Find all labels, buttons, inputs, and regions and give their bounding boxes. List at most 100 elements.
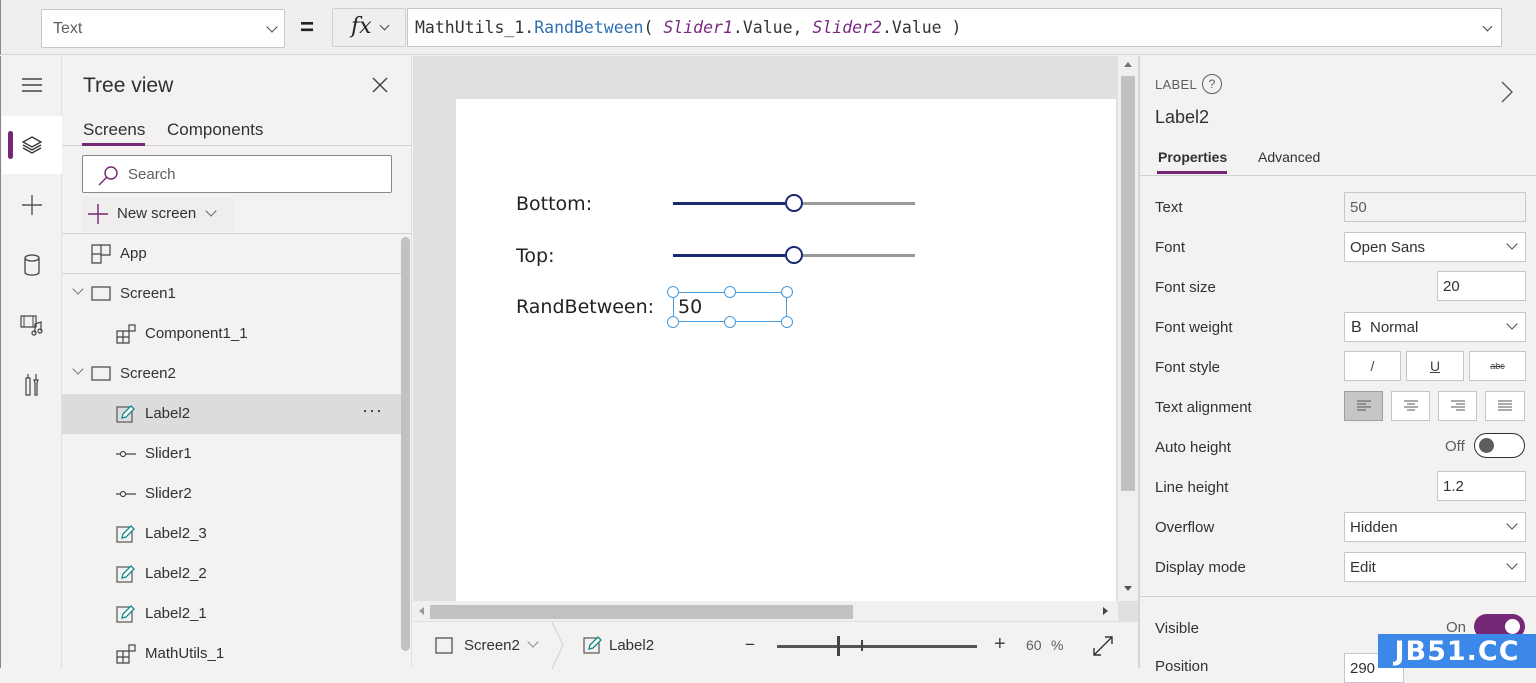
- overflow-label: Overflow: [1155, 519, 1215, 536]
- underline-button[interactable]: U: [1406, 351, 1464, 381]
- scroll-down-icon[interactable]: [1124, 586, 1132, 591]
- tab-properties[interactable]: Properties: [1158, 149, 1227, 165]
- tree-item-label: Screen1: [120, 285, 176, 302]
- tree-item-label2-1[interactable]: Label2_1: [62, 594, 407, 634]
- status-screen-name[interactable]: Screen2: [464, 637, 520, 654]
- slider1[interactable]: [673, 193, 915, 213]
- active-tab-underline: [82, 143, 145, 146]
- scroll-left-icon[interactable]: [419, 607, 424, 615]
- line-height-input[interactable]: 1.2: [1437, 471, 1526, 501]
- tree-item-label2-2[interactable]: Label2_2: [62, 554, 407, 594]
- new-screen-button[interactable]: New screen: [82, 197, 234, 231]
- fx-button[interactable]: fx: [332, 8, 406, 47]
- tree-item-slider2[interactable]: Slider2: [62, 474, 407, 514]
- formula-arg2-prop: .Value ): [881, 18, 962, 37]
- database-icon: [24, 254, 40, 276]
- hamburger-menu-button[interactable]: [2, 56, 62, 114]
- tree-item-slider1[interactable]: Slider1: [62, 434, 407, 474]
- resize-handle[interactable]: [781, 286, 793, 298]
- control-name[interactable]: Label2: [1155, 107, 1209, 128]
- bottom-label[interactable]: Bottom:: [516, 193, 592, 215]
- chevron-down-icon[interactable]: [72, 363, 84, 375]
- tab-components[interactable]: Components: [167, 120, 263, 140]
- tree-item-screen2[interactable]: Screen2: [62, 354, 407, 394]
- resize-handle[interactable]: [724, 316, 736, 328]
- zoom-slider-thumb[interactable]: [837, 636, 840, 656]
- expand-formula-icon[interactable]: [1482, 21, 1493, 32]
- align-justify-icon: [1498, 400, 1512, 411]
- scroll-up-icon[interactable]: [1124, 62, 1132, 67]
- display-mode-label: Display mode: [1155, 559, 1246, 576]
- font-size-input[interactable]: 20: [1437, 271, 1526, 301]
- tree-view-title: Tree view: [83, 74, 174, 97]
- font-dropdown[interactable]: Open Sans: [1344, 232, 1526, 262]
- more-options-button[interactable]: ···: [362, 400, 383, 421]
- close-icon[interactable]: [370, 75, 390, 95]
- tree-item-label: Label2_1: [145, 605, 207, 622]
- bold-icon: B: [1351, 319, 1362, 336]
- italic-button[interactable]: /: [1344, 351, 1401, 381]
- tree-item-screen1[interactable]: Screen1: [62, 274, 407, 314]
- display-mode-dropdown[interactable]: Edit: [1344, 552, 1526, 582]
- randbetween-label[interactable]: RandBetween:: [516, 296, 654, 318]
- advanced-tools-button[interactable]: [2, 356, 62, 414]
- formula-paren: (: [643, 18, 664, 37]
- scrollbar-thumb[interactable]: [430, 605, 853, 619]
- app-screen-canvas[interactable]: Bottom: Top: RandBetween: 50: [456, 99, 1116, 609]
- text-field[interactable]: 50: [1344, 192, 1526, 222]
- chevron-down-icon[interactable]: [72, 283, 84, 295]
- zoom-in-button[interactable]: +: [994, 633, 1006, 656]
- scroll-right-icon[interactable]: [1103, 607, 1108, 615]
- formula-arg2-control: Slider2: [812, 18, 882, 37]
- resize-handle[interactable]: [667, 286, 679, 298]
- tree-view-button[interactable]: [2, 116, 62, 174]
- slider2[interactable]: [673, 245, 915, 265]
- resize-handle[interactable]: [781, 316, 793, 328]
- scrollbar-thumb[interactable]: [1121, 76, 1135, 491]
- resize-handle[interactable]: [667, 316, 679, 328]
- formula-arg1-prop: .Value,: [732, 18, 813, 37]
- line-height-value: 1.2: [1443, 478, 1464, 495]
- canvas-horizontal-scrollbar[interactable]: [413, 601, 1118, 621]
- slider-thumb[interactable]: [785, 194, 803, 212]
- help-icon[interactable]: ?: [1202, 74, 1222, 94]
- align-right-button[interactable]: [1438, 391, 1477, 421]
- tree-item-mathutils-1[interactable]: MathUtils_1: [62, 634, 407, 674]
- font-weight-dropdown[interactable]: B Normal: [1344, 312, 1526, 342]
- media-button[interactable]: [2, 296, 62, 354]
- align-left-icon: [1356, 400, 1371, 411]
- align-left-button[interactable]: [1344, 391, 1383, 421]
- top-label[interactable]: Top:: [516, 245, 554, 267]
- zoom-out-button[interactable]: −: [745, 635, 755, 655]
- tree-item-app[interactable]: App: [62, 234, 407, 274]
- tree-item-label2-3[interactable]: Label2_3: [62, 514, 407, 554]
- align-justify-button[interactable]: [1485, 391, 1525, 421]
- insert-button[interactable]: [2, 176, 62, 234]
- auto-height-toggle[interactable]: [1474, 433, 1525, 458]
- tree-search-input[interactable]: Search: [82, 155, 392, 193]
- resize-handle[interactable]: [724, 286, 736, 298]
- property-dropdown[interactable]: Text: [41, 9, 285, 48]
- chevron-down-icon[interactable]: [527, 636, 539, 648]
- align-center-button[interactable]: [1391, 391, 1430, 421]
- strikethrough-button[interactable]: abc: [1469, 351, 1526, 381]
- slider-thumb[interactable]: [785, 246, 803, 264]
- overflow-dropdown[interactable]: Hidden: [1344, 512, 1526, 542]
- tree-scrollbar[interactable]: [401, 237, 410, 651]
- overflow-value: Hidden: [1350, 519, 1398, 536]
- canvas-vertical-scrollbar[interactable]: [1118, 56, 1138, 601]
- tree-item-label2[interactable]: Label2 ···: [62, 394, 407, 434]
- chevron-right-icon[interactable]: [1500, 81, 1514, 103]
- formula-input[interactable]: MathUtils_1.RandBetween( Slider1.Value, …: [407, 8, 1502, 47]
- tree-item-label: Slider1: [145, 445, 192, 462]
- label-icon: [116, 405, 135, 423]
- status-control-name[interactable]: Label2: [609, 637, 654, 654]
- canvas-area: Bottom: Top: RandBetween: 50: [413, 56, 1138, 621]
- fit-to-window-icon[interactable]: [1092, 635, 1114, 657]
- zoom-slider-track[interactable]: [777, 645, 977, 648]
- tab-screens[interactable]: Screens: [83, 120, 145, 140]
- tab-advanced[interactable]: Advanced: [1258, 149, 1320, 165]
- tree-item-component1-1[interactable]: Component1_1: [62, 314, 407, 354]
- data-button[interactable]: [2, 236, 62, 294]
- screen-icon: [91, 286, 111, 301]
